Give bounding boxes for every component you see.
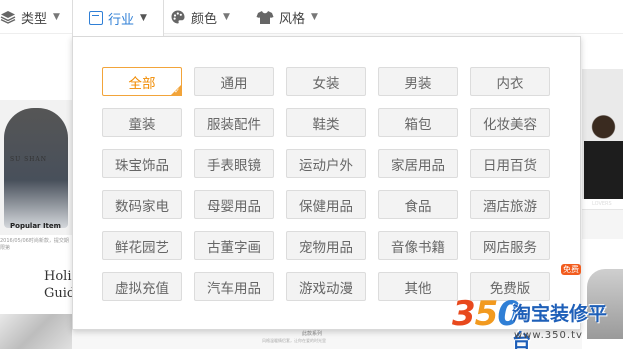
category-option[interactable]: 保健用品 <box>286 190 366 219</box>
watermark-digit: 5 <box>474 294 499 334</box>
nav-style-label: 风格 <box>279 11 306 27</box>
category-option[interactable]: 男装 <box>378 67 458 96</box>
thumbnail-strip <box>582 209 623 239</box>
category-option[interactable]: 珠宝饰品 <box>102 149 182 178</box>
category-option[interactable]: 童装 <box>102 108 182 137</box>
industry-icon <box>89 11 104 25</box>
model-photo <box>4 108 68 228</box>
category-option-label: 音像书籍 <box>391 239 445 256</box>
category-option[interactable]: 鲜花园艺 <box>102 231 182 260</box>
category-option-label: 服装配件 <box>207 116 261 133</box>
popular-item-subtitle: 2016/05/06时尚新款，提交期限第 <box>0 238 69 251</box>
category-option-label: 宠物用品 <box>299 239 353 256</box>
shirt-print-text: LOVERS <box>592 201 612 207</box>
category-option[interactable]: 音像书籍 <box>378 231 458 260</box>
category-option[interactable]: 手表眼镜 <box>194 149 274 178</box>
template-thumbnail[interactable]: LOVERS <box>582 69 623 207</box>
chevron-down-icon: ▼ <box>140 13 147 23</box>
category-option[interactable]: 鞋类 <box>286 108 366 137</box>
category-option-label: 酒店旅游 <box>483 198 537 215</box>
category-option-label: 男装 <box>404 75 432 92</box>
watermark-url: www.350.tv <box>514 330 583 341</box>
background-left-column: SU SHAN Popular Item 2016/05/06时尚新款，提交期限… <box>0 34 80 349</box>
layers-icon <box>0 11 16 24</box>
nav-color-label: 颜色 <box>191 11 218 27</box>
category-option[interactable]: 全部 ✓ <box>102 67 182 96</box>
category-grid: 全部 ✓ 通用 女装 男装 内衣童装 服装配件 鞋类 箱包 化妆美容珠宝饰品 手表眼镜 运动户外 家居用… <box>102 67 550 301</box>
category-option[interactable]: 通用 <box>194 67 274 96</box>
category-option-label: 汽车用品 <box>207 280 261 297</box>
category-option[interactable]: 女装 <box>286 67 366 96</box>
bottom-title: 此款系列 <box>302 331 323 337</box>
category-option[interactable]: 母婴用品 <box>194 190 274 219</box>
category-option[interactable]: 其他 <box>378 272 458 301</box>
check-icon: ✓ <box>174 87 180 95</box>
photo-collage <box>0 314 72 349</box>
category-option-label: 箱包 <box>404 116 432 133</box>
nav-type-label: 类型 <box>21 11 48 27</box>
chevron-down-icon: ▼ <box>311 12 318 22</box>
watermark-name: 淘宝装修平台 <box>512 303 608 349</box>
site-watermark-logo: 350 淘宝装修平台 www.350.tv <box>452 294 623 349</box>
category-option[interactable]: 汽车用品 <box>194 272 274 301</box>
category-option[interactable]: 化妆美容 <box>470 108 550 137</box>
category-option[interactable]: 食品 <box>378 190 458 219</box>
tshirt-icon <box>256 10 274 24</box>
category-option-label: 全部 <box>128 75 156 92</box>
template-thumbnail[interactable]: SU SHAN <box>0 100 72 235</box>
category-option-label: 化妆美容 <box>483 116 537 133</box>
category-option[interactable]: 服装配件 <box>194 108 274 137</box>
watermark-digit: 3 <box>452 294 476 334</box>
category-option[interactable]: 古董字画 <box>194 231 274 260</box>
category-option[interactable]: 虚拟充值 <box>102 272 182 301</box>
category-option[interactable]: 运动户外 <box>286 149 366 178</box>
popular-item-heading: Popular Item <box>10 222 61 230</box>
category-option[interactable]: 宠物用品 <box>286 231 366 260</box>
filter-bar: 类型 ▼ 行业 ▼ 颜色 ▼ 风格 ▼ <box>0 0 623 36</box>
category-option-label: 家居用品 <box>391 157 445 174</box>
thumbnail-brand: SU SHAN <box>10 156 47 163</box>
industry-dropdown-panel: 全部 ✓ 通用 女装 男装 内衣童装 服装配件 鞋类 箱包 化妆美容珠宝饰品 手表眼镜 运动户外 家居用… <box>72 36 581 330</box>
category-option[interactable]: 网店服务 <box>470 231 550 260</box>
category-option[interactable]: 内衣 <box>470 67 550 96</box>
category-option[interactable]: 酒店旅游 <box>470 190 550 219</box>
category-option-label: 其他 <box>404 280 432 297</box>
watermark-number: 350 <box>452 294 521 334</box>
category-option-label: 童装 <box>128 116 156 133</box>
category-option-label: 内衣 <box>496 75 524 92</box>
category-option[interactable]: 游戏动漫 <box>286 272 366 301</box>
category-option-label: 运动户外 <box>299 157 353 174</box>
category-option-label: 游戏动漫 <box>299 280 353 297</box>
nav-industry-label: 行业 <box>108 12 135 28</box>
category-option-label: 通用 <box>220 75 248 92</box>
category-option-label: 保健用品 <box>299 198 353 215</box>
nav-industry[interactable]: 行业 ▼ <box>72 0 164 36</box>
bottom-subtitle: 风格温暖情侣套，让你在爱的时光里 <box>262 338 326 343</box>
chevron-down-icon: ▼ <box>223 12 230 22</box>
chevron-down-icon: ▼ <box>53 12 60 22</box>
category-option-label: 虚拟充值 <box>115 280 169 297</box>
category-option-label: 日用百货 <box>483 157 537 174</box>
category-option[interactable]: 箱包 <box>378 108 458 137</box>
category-option-label: 母婴用品 <box>207 198 261 215</box>
nav-style[interactable]: 风格 ▼ <box>256 0 318 34</box>
category-option-label: 珠宝饰品 <box>115 157 169 174</box>
category-option-label: 古董字画 <box>207 239 261 256</box>
category-option[interactable]: 日用百货 <box>470 149 550 178</box>
category-option-label: 鲜花园艺 <box>115 239 169 256</box>
category-option-label: 网店服务 <box>483 239 537 256</box>
category-option-label: 数码家电 <box>115 198 169 215</box>
category-option-label: 女装 <box>312 75 340 92</box>
category-option-label: 鞋类 <box>312 116 340 133</box>
nav-color[interactable]: 颜色 ▼ <box>170 0 230 34</box>
palette-icon <box>171 10 185 24</box>
category-option-label: 食品 <box>404 198 432 215</box>
category-option[interactable]: 家居用品 <box>378 149 458 178</box>
category-option[interactable]: 数码家电 <box>102 190 182 219</box>
model-photo <box>584 111 623 199</box>
nav-type[interactable]: 类型 ▼ <box>0 0 60 34</box>
category-option-label: 手表眼镜 <box>207 157 261 174</box>
free-badge: 免费 <box>561 264 581 275</box>
